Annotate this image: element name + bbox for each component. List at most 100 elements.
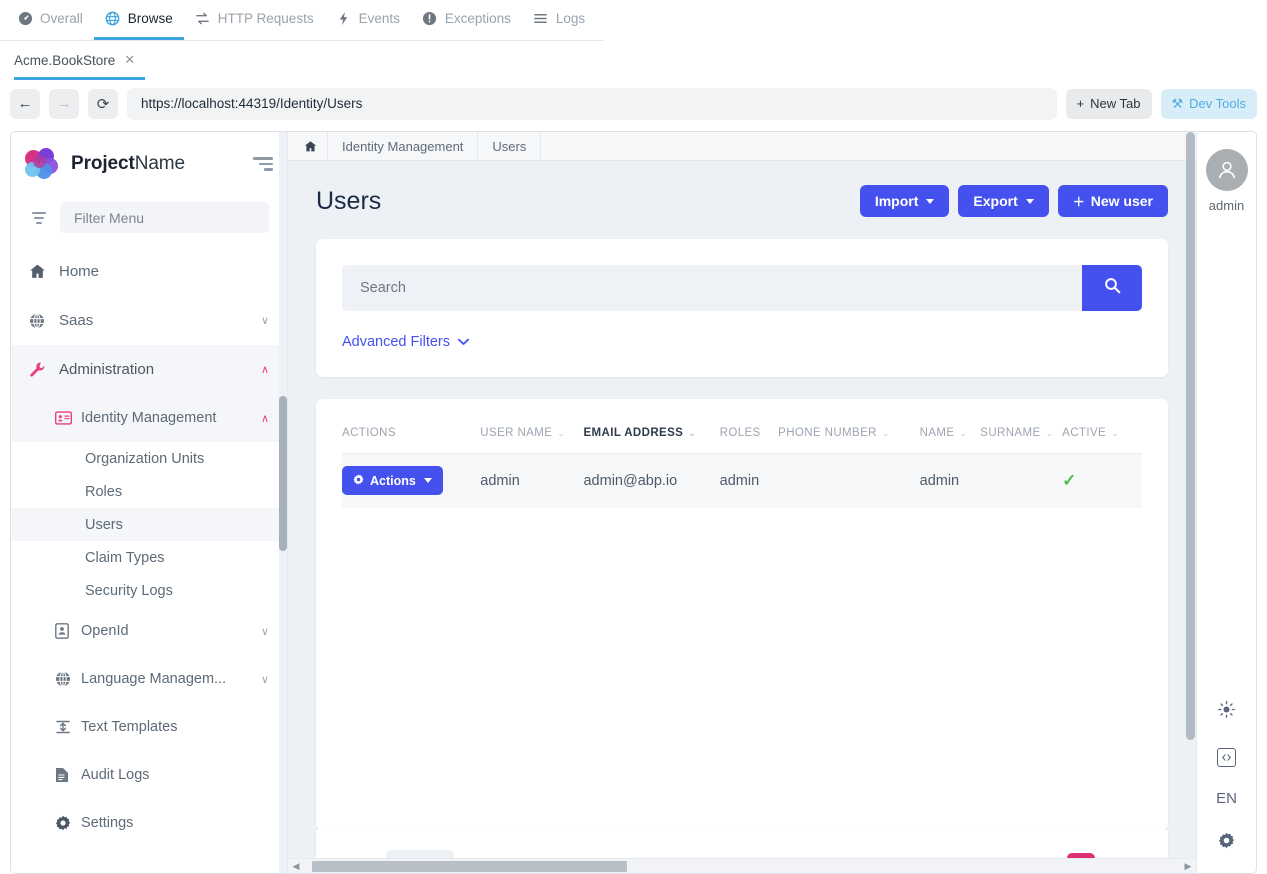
arrow-right-icon: →	[56, 95, 72, 112]
right-sidebar-tools: EN	[1197, 694, 1256, 855]
sidebar-item-label: Text Templates	[81, 719, 178, 735]
column-header-email-address[interactable]: Email address ⌄	[583, 399, 720, 454]
sidebar-item-claim-types[interactable]: Claim Types	[11, 541, 287, 574]
cell-name: admin	[919, 472, 960, 489]
breadcrumb-home[interactable]	[294, 132, 328, 161]
brand[interactable]: ProjectName	[11, 132, 287, 194]
sidebar-item-home[interactable]: Home	[11, 247, 287, 296]
breadcrumb-item-identity-management[interactable]: Identity Management	[328, 132, 479, 161]
table-row[interactable]: Actions admin admin@abp.io admin admin ✓	[342, 453, 1142, 508]
exclamation-circle-icon	[422, 11, 438, 27]
chevron-down-icon: ∨	[260, 625, 269, 638]
plus-icon: ＋	[1072, 194, 1085, 209]
reload-button[interactable]: ⟳	[88, 88, 118, 119]
sidebar-item-users[interactable]: Users	[11, 508, 287, 541]
sidebar-item-saas[interactable]: Saas ∨	[11, 296, 287, 345]
sidebar-item-identity-management[interactable]: Identity Management ∧	[11, 394, 287, 442]
gear-icon	[353, 474, 364, 488]
cell-roles: admin	[719, 472, 760, 489]
profiler-tab-browse[interactable]: Browse	[93, 0, 184, 40]
code-icon[interactable]	[1212, 742, 1242, 772]
gauge-icon	[17, 11, 33, 27]
sort-icon: ⌄	[1045, 428, 1054, 438]
column-label: Name	[919, 427, 955, 439]
column-header-name[interactable]: Name ⌄	[919, 399, 981, 454]
sidebar-item-text-templates[interactable]: Text Templates	[11, 703, 287, 751]
list-icon	[533, 11, 549, 27]
sidebar-scrollbar-thumb[interactable]	[279, 396, 287, 551]
profiler-tab-logs[interactable]: Logs	[522, 0, 596, 40]
profiler-tab-label: Events	[358, 11, 400, 26]
search-button[interactable]	[1082, 265, 1142, 311]
new-tab-label: New Tab	[1090, 96, 1141, 111]
chevron-up-icon: ∧	[260, 364, 269, 376]
users-table-card: Actions User name ⌄ Email address ⌄ Roles …	[288, 399, 1196, 873]
column-header-surname[interactable]: Surname ⌄	[980, 399, 1063, 454]
main-content: Identity Management Users Users Import E…	[288, 132, 1196, 873]
close-icon[interactable]: ✕	[124, 52, 135, 68]
column-label: User name	[480, 427, 553, 439]
sidebar-item-openid[interactable]: OpenId ∨	[11, 607, 287, 655]
url-input[interactable]: https://localhost:44319/Identity/Users	[127, 87, 1057, 120]
breadcrumb-item-users[interactable]: Users	[478, 132, 542, 161]
sidebar-item-organization-units[interactable]: Organization Units	[11, 442, 287, 475]
new-tab-button[interactable]: + New Tab	[1065, 88, 1152, 119]
browser-tab[interactable]: Acme.BookStore ✕	[14, 52, 146, 80]
page-title: Users	[316, 186, 382, 215]
check-icon: ✓	[1062, 470, 1077, 490]
column-header-roles[interactable]: Roles	[719, 399, 779, 454]
cell-email-address: admin@abp.io	[583, 472, 678, 489]
id-badge-icon	[55, 623, 81, 639]
advanced-filters-toggle[interactable]: Advanced Filters	[342, 334, 469, 350]
column-label: Surname	[980, 427, 1041, 439]
export-button[interactable]: Export	[958, 185, 1049, 217]
plus-icon: +	[1076, 96, 1085, 111]
profiler-tab-http-requests[interactable]: HTTP Requests	[184, 0, 325, 40]
column-header-user-name[interactable]: User name ⌄	[480, 399, 584, 454]
sidebar-toggle-icon[interactable]	[251, 157, 273, 171]
sidebar-item-security-logs[interactable]: Security Logs	[11, 574, 287, 607]
filter-menu-input[interactable]	[60, 202, 269, 233]
main-scrollbar-thumb[interactable]	[1186, 132, 1195, 740]
sidebar-item-settings[interactable]: Settings	[11, 799, 287, 847]
sidebar-item-label: Language Managem...	[81, 671, 227, 687]
profiler-tab-label: HTTP Requests	[217, 11, 314, 26]
profiler-tab-events[interactable]: Events	[325, 0, 411, 40]
sidebar-item-label: Home	[59, 263, 100, 280]
sidebar-item-label: Identity Management	[81, 410, 217, 426]
sidebar-item-label: Claim Types	[85, 549, 165, 566]
cell-actions: Actions	[342, 454, 480, 508]
import-button[interactable]: Import	[859, 185, 950, 217]
column-header-phone-number[interactable]: Phone number ⌄	[778, 399, 920, 454]
browser-tabstrip: Acme.BookStore ✕	[0, 41, 1267, 80]
app-root: Overall Browse HTTP Requests Events Exce…	[0, 0, 1267, 874]
back-button[interactable]: ←	[10, 88, 40, 119]
column-header-actions[interactable]: Actions	[342, 399, 481, 454]
search-input[interactable]	[342, 265, 1082, 311]
gear-icon[interactable]	[1212, 825, 1242, 855]
gear-icon	[55, 815, 81, 831]
profiler-tab-exceptions[interactable]: Exceptions	[411, 0, 522, 40]
dev-tools-button[interactable]: ⚒ Dev Tools	[1160, 88, 1257, 119]
sidebar-item-language-management[interactable]: Language Managem... ∨	[11, 655, 287, 703]
profiler-tab-overall[interactable]: Overall	[6, 0, 94, 40]
filter-menu-row	[11, 194, 287, 247]
brand-name-bold: Project	[71, 153, 135, 174]
sidebar-item-audit-logs[interactable]: Audit Logs	[11, 751, 287, 799]
search-icon	[1104, 277, 1121, 299]
column-header-active[interactable]: Active ⌄	[1062, 399, 1142, 454]
sidebar-item-administration[interactable]: Administration ∧	[11, 345, 287, 394]
sort-icon: ⌄	[688, 428, 697, 438]
row-actions-button[interactable]: Actions	[342, 466, 443, 496]
language-selector[interactable]: EN	[1216, 790, 1237, 807]
new-user-button[interactable]: ＋ New user	[1057, 185, 1168, 217]
avatar[interactable]	[1205, 149, 1248, 191]
sort-icon: ⌄	[557, 428, 566, 438]
forward-button[interactable]: →	[49, 88, 79, 119]
caret-down-icon	[1025, 198, 1034, 204]
reload-icon: ⟳	[96, 95, 110, 113]
sidebar-item-roles[interactable]: Roles	[11, 475, 287, 508]
text-width-icon	[55, 719, 81, 735]
column-label: Actions	[342, 427, 396, 439]
sun-icon[interactable]	[1212, 694, 1242, 724]
